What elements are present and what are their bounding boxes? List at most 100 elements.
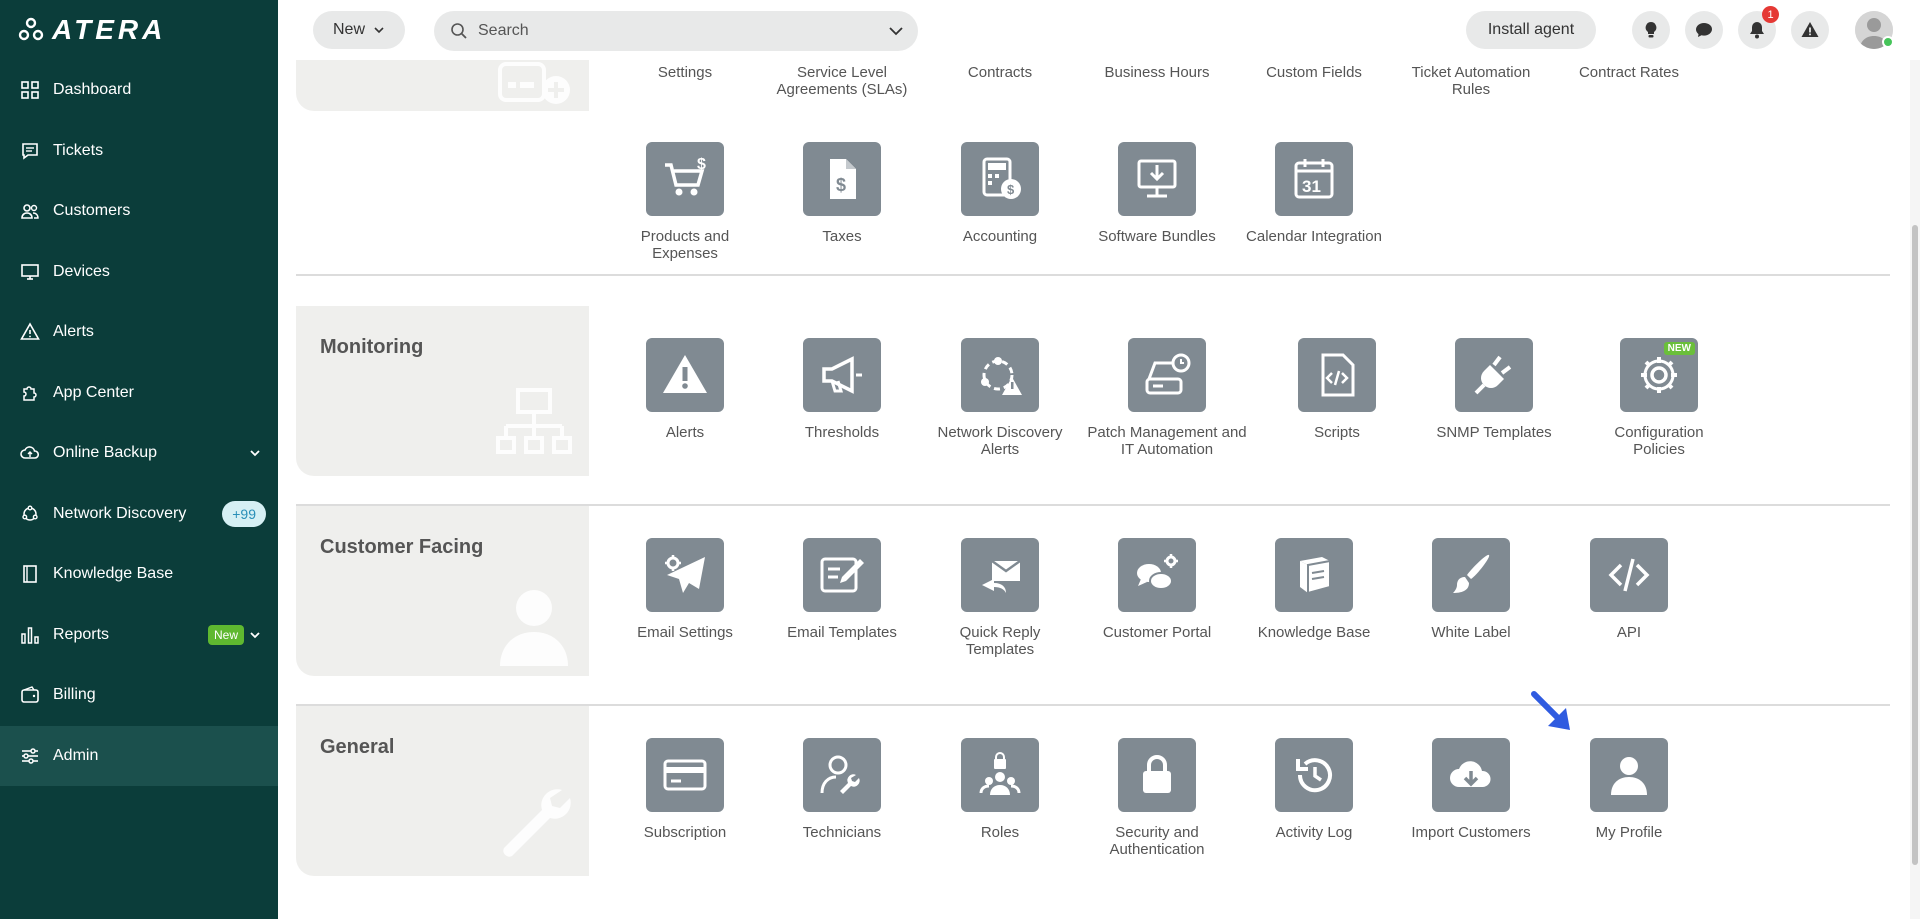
scrollbar[interactable] (1910, 60, 1920, 919)
tile-configuration-policies[interactable]: NEW Configuration Policies (1584, 338, 1734, 458)
tile-network-discovery-alerts[interactable]: Network Discovery Alerts (925, 338, 1075, 458)
tile-contracts[interactable]: Contracts (925, 64, 1075, 81)
tile-custom-fields[interactable]: Custom Fields (1239, 64, 1389, 81)
tile-label: Products and Expenses (640, 228, 730, 262)
role-lock-users-icon (961, 738, 1039, 812)
alerts-button[interactable] (1791, 11, 1829, 49)
tile-import-customers[interactable]: Import Customers (1396, 738, 1546, 841)
tips-button[interactable] (1632, 11, 1670, 49)
section-monitoring: Monitoring Alerts Thresholds Network Dis… (296, 306, 1890, 506)
tile-activity-log[interactable]: Activity Log (1239, 738, 1389, 841)
chevron-down-icon[interactable] (248, 628, 262, 642)
search-icon (451, 23, 467, 39)
cloud-download-icon (1432, 738, 1510, 812)
monitor-icon (20, 262, 40, 282)
tile-label: Software Bundles (1098, 228, 1216, 245)
warning-icon (1801, 22, 1819, 37)
sidebar-item-billing[interactable]: Billing (0, 665, 278, 726)
plug-icon (1455, 338, 1533, 412)
hard-drive-clock-icon (1128, 338, 1206, 412)
bar-chart-icon (20, 625, 40, 645)
tile-calendar-integration[interactable]: 31 Calendar Integration (1239, 142, 1389, 245)
sidebar-item-dashboard[interactable]: Dashboard (0, 60, 278, 121)
tile-settings[interactable]: Settings (610, 64, 760, 81)
sidebar-item-customers[interactable]: Customers (0, 181, 278, 242)
topbar: New Install agent 1 (278, 0, 1920, 60)
tile-scripts[interactable]: Scripts (1262, 338, 1412, 441)
chat-button[interactable] (1685, 11, 1723, 49)
warning-icon (20, 322, 40, 342)
tile-accounting[interactable]: $ Accounting (925, 142, 1075, 245)
tile-thresholds[interactable]: Thresholds (767, 338, 917, 441)
tile-customer-portal[interactable]: Customer Portal (1082, 538, 1232, 641)
sidebar: ATERA Dashboard Tickets Customers Device… (0, 0, 278, 919)
scrollbar-thumb[interactable] (1912, 225, 1918, 865)
tile-patch-management[interactable]: Patch Management and IT Automation (1082, 338, 1252, 458)
tile-api[interactable]: API (1554, 538, 1704, 641)
tile-label: Thresholds (804, 424, 880, 441)
tile-label: Accounting (962, 228, 1038, 245)
tile-subscription[interactable]: Subscription (610, 738, 760, 841)
chevron-down-icon[interactable] (248, 446, 262, 460)
tile-ticket-automation-rules[interactable]: Ticket Automation Rules (1396, 64, 1546, 98)
tile-email-settings[interactable]: Email Settings (610, 538, 760, 641)
sidebar-item-label: Customers (53, 202, 131, 220)
tile-label: Activity Log (1275, 824, 1353, 841)
tile-knowledge-base[interactable]: Knowledge Base (1239, 538, 1389, 641)
admin-content: Settings Service Level Agreements (SLAs)… (278, 60, 1920, 919)
sidebar-item-app-center[interactable]: App Center (0, 363, 278, 424)
tile-taxes[interactable]: $ Taxes (767, 142, 917, 245)
dashboard-icon (20, 80, 40, 100)
sidebar-item-online-backup[interactable]: Online Backup (0, 423, 278, 484)
sidebar-item-admin[interactable]: Admin (0, 725, 278, 786)
tile-software-bundles[interactable]: Software Bundles (1082, 142, 1232, 245)
tile-label: Roles (980, 824, 1020, 841)
sidebar-item-label: Network Discovery (53, 504, 187, 522)
sidebar-item-devices[interactable]: Devices (0, 242, 278, 303)
logo-text: ATERA (52, 14, 167, 45)
tile-email-templates[interactable]: Email Templates (767, 538, 917, 641)
sidebar-item-label: Alerts (53, 323, 94, 341)
svg-text:$: $ (1007, 182, 1015, 197)
chevron-down-icon[interactable] (888, 24, 904, 38)
search-bar[interactable] (434, 11, 918, 51)
download-monitor-icon (1118, 142, 1196, 216)
calendar-icon: 31 (1275, 142, 1353, 216)
notifications-button[interactable]: 1 (1738, 6, 1779, 49)
tile-business-hours[interactable]: Business Hours (1082, 64, 1232, 81)
tile-contract-rates[interactable]: Contract Rates (1554, 64, 1704, 81)
tile-label: Configuration Policies (1614, 424, 1704, 458)
tile-my-profile[interactable]: My Profile (1554, 738, 1704, 841)
sidebar-item-network-discovery[interactable]: Network Discovery +99 (0, 484, 278, 545)
tile-white-label[interactable]: White Label (1396, 538, 1546, 641)
tile-snmp-templates[interactable]: SNMP Templates (1419, 338, 1569, 441)
network-alert-icon (961, 338, 1039, 412)
sidebar-item-label: Admin (53, 746, 99, 764)
network-discovery-count-badge: +99 (222, 500, 266, 527)
chevron-down-icon (374, 27, 384, 34)
network-icon (20, 504, 40, 524)
history-icon (1275, 738, 1353, 812)
search-input[interactable] (478, 22, 878, 40)
sidebar-item-reports[interactable]: Reports New (0, 605, 278, 666)
new-button[interactable]: New (313, 11, 405, 49)
sidebar-nav: Dashboard Tickets Customers Devices Aler… (0, 60, 278, 786)
tile-label: Customer Portal (1102, 624, 1212, 641)
tile-quick-reply-templates[interactable]: Quick Reply Templates (925, 538, 1075, 658)
tile-slas[interactable]: Service Level Agreements (SLAs) (767, 64, 917, 98)
tile-products-and-expenses[interactable]: $ Products and Expenses (610, 142, 760, 262)
sidebar-item-label: Dashboard (53, 81, 132, 99)
megaphone-icon (803, 338, 881, 412)
tile-alerts[interactable]: Alerts (610, 338, 760, 441)
tile-security-and-authentication[interactable]: Security and Authentication (1082, 738, 1232, 858)
ticket-icon (20, 141, 40, 161)
tile-roles[interactable]: Roles (925, 738, 1075, 841)
sidebar-item-alerts[interactable]: Alerts (0, 302, 278, 363)
tile-technicians[interactable]: Technicians (767, 738, 917, 841)
logo[interactable]: ATERA (18, 14, 167, 45)
sidebar-item-tickets[interactable]: Tickets (0, 121, 278, 182)
sidebar-item-knowledge-base[interactable]: Knowledge Base (0, 544, 278, 605)
tile-label: Taxes (822, 228, 862, 245)
install-agent-button[interactable]: Install agent (1466, 11, 1596, 49)
tile-label: Network Discovery Alerts (937, 424, 1063, 458)
